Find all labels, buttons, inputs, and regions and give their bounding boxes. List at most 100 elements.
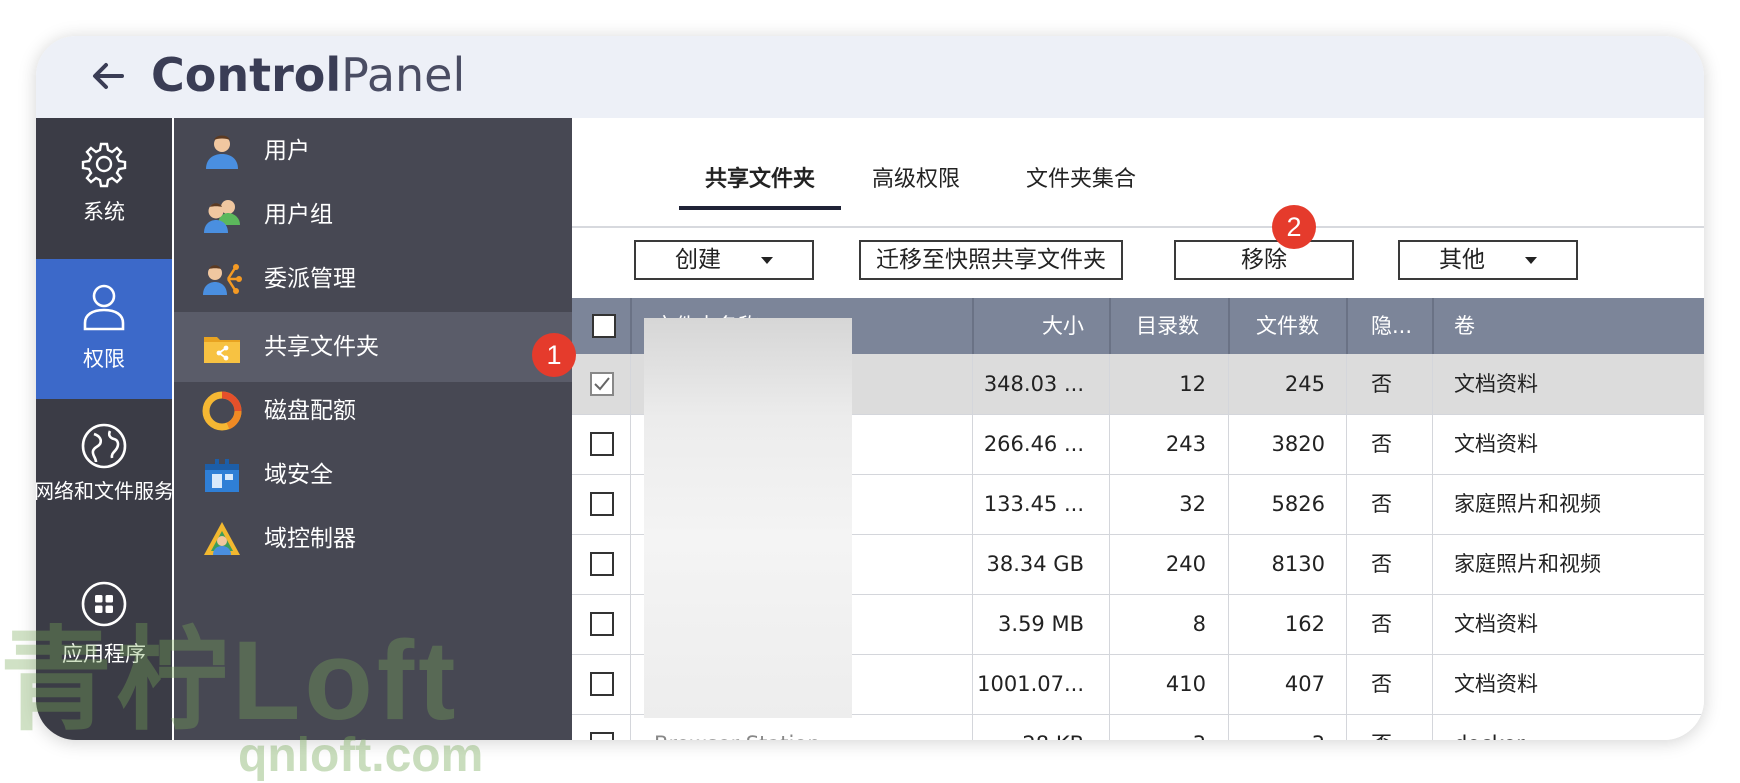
rail-label-applications: 应用程序: [62, 642, 146, 666]
col-files[interactable]: 文件数: [1256, 298, 1319, 354]
row-checkbox[interactable]: [590, 432, 614, 456]
create-dropdown-button[interactable]: 创建: [634, 240, 814, 280]
rail-item-system[interactable]: 系统: [36, 118, 172, 258]
cell-size: 348.03 ...: [983, 372, 1084, 396]
cell-dirs: 240: [1165, 552, 1206, 576]
chevron-down-icon: [761, 257, 773, 264]
row-checkbox[interactable]: [590, 732, 614, 740]
cell-hidden: 否: [1371, 552, 1392, 576]
subnav-item-delegation[interactable]: 委派管理: [174, 244, 572, 314]
column-divider: [630, 534, 631, 594]
column-divider: [630, 594, 631, 654]
column-divider: [1432, 474, 1433, 534]
subnav-label-delegation: 委派管理: [264, 266, 356, 292]
cell-volume: 文档资料: [1454, 432, 1538, 456]
subnav-item-user-groups[interactable]: 用户组: [174, 180, 572, 250]
rail-item-applications[interactable]: 应用程序: [36, 568, 172, 708]
column-divider: [1432, 594, 1433, 654]
gear-icon: [81, 142, 127, 188]
rail-label-system: 系统: [83, 200, 125, 224]
col-dirs[interactable]: 目录数: [1136, 298, 1199, 354]
subnav-item-disk-quota[interactable]: 磁盘配额: [174, 376, 572, 446]
subnav-label-user-groups: 用户组: [264, 202, 333, 228]
cell-size: 38.34 GB: [986, 552, 1084, 576]
cell-volume: 文档资料: [1454, 672, 1538, 696]
cell-size: 133.45 ...: [983, 492, 1084, 516]
row-checkbox[interactable]: [590, 372, 614, 396]
remove-button[interactable]: 移除: [1174, 240, 1354, 280]
cell-size: 3.59 MB: [998, 612, 1084, 636]
subnav-label-domain-controller: 域控制器: [264, 526, 356, 552]
annotation-marker-1: 1: [532, 333, 576, 377]
column-divider: [1346, 714, 1347, 740]
column-divider: [630, 654, 631, 714]
cell-dirs: 12: [1179, 372, 1206, 396]
cell-size: 28 KB: [972, 714, 1084, 740]
privilege-subnav: 用户 用户组 委派管理 共享文件夹 磁盘配额 域安全 域控制器: [174, 118, 572, 740]
cell-dirs: 243: [1165, 432, 1206, 456]
column-divider: [1346, 474, 1347, 534]
cell-hidden: 否: [1371, 492, 1392, 516]
subnav-item-shared-folders[interactable]: 共享文件夹: [174, 312, 572, 382]
control-panel-window: ControlPanel 系统 权限 网络和文件服务 应用程序 用户 用户组 委…: [36, 36, 1704, 740]
column-divider: [1346, 298, 1348, 354]
subnav-label-disk-quota: 磁盘配额: [264, 398, 356, 424]
cell-dirs: 410: [1165, 672, 1206, 696]
back-arrow-icon[interactable]: [86, 54, 130, 98]
column-divider: [1432, 654, 1433, 714]
globe-icon: [81, 423, 127, 469]
row-checkbox[interactable]: [590, 552, 614, 576]
column-divider: [1346, 594, 1347, 654]
cell-hidden: 否: [1371, 372, 1392, 396]
migrate-snapshot-button[interactable]: 迁移至快照共享文件夹: [859, 240, 1123, 280]
annotation-marker-2: 2: [1272, 205, 1316, 249]
subnav-item-domain-security[interactable]: 域安全: [174, 440, 572, 510]
tab-shared-folders[interactable]: 共享文件夹: [679, 154, 841, 210]
select-all-checkbox[interactable]: [592, 314, 616, 338]
cell-files: 3820: [1271, 432, 1325, 456]
rail-item-network-file-services[interactable]: 网络和文件服务: [36, 408, 174, 558]
col-size[interactable]: 大小: [972, 298, 1084, 354]
app-title-bold: Control: [151, 48, 342, 102]
cell-volume: 家庭照片和视频: [1454, 492, 1601, 516]
tab-advanced-permissions[interactable]: 高级权限: [866, 154, 966, 206]
cell-hidden: 否: [1371, 612, 1392, 636]
column-divider: [1346, 414, 1347, 474]
redaction-mask: [644, 318, 852, 718]
column-divider: [630, 298, 632, 354]
chevron-down-icon: [1525, 257, 1537, 264]
column-divider: [1432, 354, 1433, 414]
cell-dirs: 32: [1179, 492, 1206, 516]
domain-controller-icon: [204, 522, 240, 555]
rail-label-network: 网络和文件服务: [36, 479, 174, 503]
cell-files: 245: [1284, 372, 1325, 396]
column-divider: [1228, 298, 1230, 354]
tab-folder-aggregation[interactable]: 文件夹集合: [1024, 154, 1138, 206]
cell-files: 8130: [1271, 552, 1325, 576]
cell-files: 3: [1228, 714, 1325, 740]
column-divider: [630, 414, 631, 474]
app-title: ControlPanel: [151, 46, 465, 104]
rail-item-privilege[interactable]: 权限: [36, 259, 172, 399]
shared-folder-icon: [204, 337, 240, 363]
apps-grid-icon: [81, 581, 127, 627]
col-volume[interactable]: 卷: [1454, 298, 1475, 354]
row-checkbox[interactable]: [590, 672, 614, 696]
column-divider: [1109, 298, 1111, 354]
other-dropdown-button[interactable]: 其他: [1398, 240, 1578, 280]
col-hidden[interactable]: 隐...: [1371, 298, 1412, 354]
user-icon: [206, 135, 238, 169]
row-checkbox[interactable]: [590, 492, 614, 516]
subnav-item-domain-controller[interactable]: 域控制器: [174, 504, 572, 574]
column-divider: [1432, 414, 1433, 474]
user-group-icon: [204, 200, 240, 233]
column-divider: [1432, 534, 1433, 594]
row-checkbox[interactable]: [590, 612, 614, 636]
subnav-item-users[interactable]: 用户: [174, 116, 572, 186]
cell-volume: docker: [1454, 714, 1704, 740]
cell-volume: 文档资料: [1454, 372, 1538, 396]
cell-files: 162: [1284, 612, 1325, 636]
column-divider: [1346, 354, 1347, 414]
cell-hidden: 否: [1371, 714, 1392, 740]
cell-dirs: 8: [1192, 612, 1206, 636]
